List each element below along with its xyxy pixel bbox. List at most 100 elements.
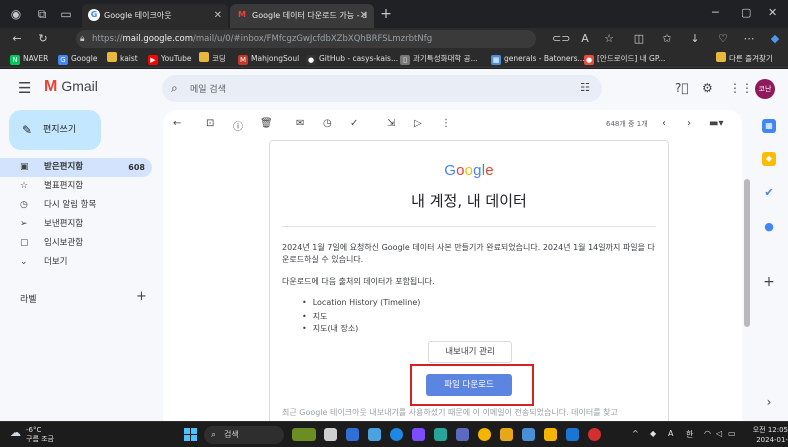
- settings-gear-icon[interactable]: ⚙: [702, 81, 713, 95]
- read-aloud-icon[interactable]: A: [578, 31, 592, 47]
- search-options-icon[interactable]: ☷: [580, 81, 590, 94]
- maximize-icon[interactable]: ▢: [741, 6, 751, 19]
- add-label-icon[interactable]: +: [136, 289, 147, 304]
- split-screen-icon[interactable]: ◫: [632, 31, 646, 47]
- share-icon[interactable]: ⊂⊃: [552, 31, 570, 47]
- extensions-icon[interactable]: ♡: [716, 31, 730, 47]
- label-icon[interactable]: ▷: [414, 118, 422, 129]
- bookmark-youtube[interactable]: ▶ YouTube: [148, 52, 192, 66]
- main-menu-icon[interactable]: ☰: [18, 79, 31, 97]
- url-path: /mail/u/0/#inbox/FMfcgzGwJcfdbXZbXQhBRFS…: [193, 34, 433, 44]
- taskbar-search[interactable]: ⌕ 검색: [204, 426, 284, 444]
- apps-grid-icon[interactable]: ⋮⋮: [729, 81, 753, 95]
- weather-widget[interactable]: ☁ -6°C 구름 조금: [10, 426, 54, 444]
- system-clock[interactable]: 오전 12:05 2024-01-08: [752, 425, 788, 447]
- more-icon[interactable]: ⋯: [742, 31, 756, 47]
- bookmark-naver[interactable]: N NAVER: [10, 52, 48, 66]
- task-view-icon[interactable]: [324, 428, 337, 441]
- chat-icon[interactable]: [346, 428, 359, 441]
- copilot-icon[interactable]: ◆: [768, 31, 782, 47]
- file-explorer-icon[interactable]: [500, 428, 513, 441]
- tab-actions-icon[interactable]: ▭: [58, 6, 74, 22]
- wifi-icon[interactable]: ◠: [704, 429, 711, 438]
- settings-app-icon[interactable]: [368, 428, 381, 441]
- add-addon-icon[interactable]: +: [762, 275, 776, 289]
- search-icon[interactable]: ⌕: [171, 81, 178, 96]
- input-language[interactable]: 한: [686, 429, 693, 440]
- sidebar-item-snoozed[interactable]: ◷ 다시 알림 항목: [0, 196, 152, 215]
- reload-icon[interactable]: ↻: [36, 31, 50, 47]
- close-icon[interactable]: ✕: [214, 4, 222, 28]
- sidebar-item-more[interactable]: ⌄ 더보기: [0, 253, 152, 272]
- download-icon[interactable]: ↓: [688, 31, 702, 47]
- app-icon[interactable]: [434, 428, 447, 441]
- back-to-inbox-icon[interactable]: ←: [173, 118, 181, 129]
- gmail-logo[interactable]: M Gmail: [44, 78, 98, 96]
- tab-google-takeout[interactable]: G Google 테이크아웃 ✕: [82, 4, 228, 28]
- favorites-icon[interactable]: ✩: [660, 31, 674, 47]
- compose-button[interactable]: ✎ 편지쓰기: [9, 110, 101, 150]
- labels-heading: 라벨: [20, 295, 37, 305]
- mark-unread-icon[interactable]: ✉: [296, 118, 304, 129]
- window-close-icon[interactable]: ✕: [768, 6, 777, 19]
- workspaces-icon[interactable]: ⧉: [34, 6, 50, 22]
- snooze-icon[interactable]: ◷: [323, 118, 332, 129]
- calendar-icon[interactable]: ▦: [762, 119, 776, 133]
- search-input[interactable]: 메일 검색: [190, 82, 226, 95]
- app-icon[interactable]: [544, 428, 557, 441]
- sidebar-item-inbox[interactable]: ▣ 받은편지함 608: [0, 158, 152, 177]
- bookmark-kaist[interactable]: kaist: [107, 52, 138, 66]
- address-bar[interactable]: 🔒︎ https://mail.google.com/mail/u/0/#inb…: [76, 30, 536, 48]
- bookmark-android[interactable]: ● [안드로이드] 내 GP...: [584, 52, 665, 66]
- add-to-tasks-icon[interactable]: ✓: [350, 118, 358, 129]
- bookmark-mahjongsoul[interactable]: M MahjongSoul: [238, 52, 299, 66]
- battery-icon[interactable]: ▭: [728, 429, 736, 438]
- windows-start-icon[interactable]: [184, 428, 197, 441]
- contacts-icon[interactable]: ●: [762, 220, 776, 234]
- keep-icon[interactable]: ◆: [762, 152, 776, 166]
- browser-profile-icon[interactable]: ◉: [8, 6, 24, 22]
- archive-icon[interactable]: ⊡: [206, 118, 214, 129]
- sidebar-item-sent[interactable]: ➢ 보낸편지함: [0, 215, 152, 234]
- more-options-icon[interactable]: ⋮: [441, 118, 451, 129]
- app-icon[interactable]: [412, 428, 425, 441]
- bookmark-github[interactable]: ● GitHub - casys-kais...: [306, 52, 398, 66]
- tray-app-icon[interactable]: ◆: [650, 429, 656, 438]
- app-icon[interactable]: [588, 428, 601, 441]
- bookmark-university[interactable]: ▯ 과기특성화대학 공...: [400, 52, 478, 66]
- next-icon[interactable]: ›: [687, 118, 691, 129]
- move-to-icon[interactable]: ⇲: [387, 118, 395, 129]
- discord-icon[interactable]: [456, 428, 469, 441]
- help-icon[interactable]: ?⃝: [675, 81, 689, 95]
- new-tab-button[interactable]: +: [378, 6, 394, 22]
- previous-icon[interactable]: ‹: [662, 118, 666, 129]
- bookmark-google[interactable]: G Google: [58, 52, 97, 66]
- close-icon[interactable]: ✕: [360, 4, 368, 28]
- back-icon[interactable]: ←: [10, 31, 24, 47]
- bookmark-other-favorites[interactable]: 다른 즐겨찾기: [716, 52, 773, 66]
- bookmark-generals[interactable]: ▦ generals - Batoners...: [491, 52, 585, 66]
- sidebar-item-drafts[interactable]: ▢ 임시보관함: [0, 234, 152, 253]
- favorite-star-icon[interactable]: ☆: [602, 31, 616, 47]
- tasks-icon[interactable]: ✔: [762, 186, 776, 200]
- scrollbar[interactable]: [744, 179, 750, 327]
- tray-overflow-icon[interactable]: ^: [632, 429, 639, 438]
- minimize-icon[interactable]: ─: [712, 6, 719, 19]
- avatar[interactable]: 코난: [755, 79, 775, 99]
- manage-exports-button[interactable]: 내보내기 관리: [428, 341, 512, 363]
- tab-gmail[interactable]: M Google 데이터 다운로드 가능 - d ✕: [230, 4, 374, 28]
- app-icon[interactable]: [522, 428, 535, 441]
- sidebar-item-starred[interactable]: ☆ 별표편지함: [0, 177, 152, 196]
- input-tools-icon[interactable]: ▬▾: [709, 118, 723, 129]
- widgets-icon[interactable]: [292, 428, 316, 441]
- report-spam-icon[interactable]: ⓘ: [233, 118, 243, 133]
- expand-panel-icon[interactable]: ›: [762, 395, 776, 409]
- bookmark-coding[interactable]: 코딩: [199, 52, 226, 66]
- ime-mode[interactable]: A: [668, 429, 673, 438]
- search-bar[interactable]: ⌕ 메일 검색 ☷: [162, 75, 602, 102]
- chrome-icon[interactable]: [478, 428, 491, 441]
- vscode-icon[interactable]: [566, 428, 579, 441]
- volume-icon[interactable]: ◁: [716, 429, 722, 438]
- delete-icon[interactable]: 🗑︎: [260, 118, 273, 129]
- edge-icon[interactable]: [390, 428, 403, 441]
